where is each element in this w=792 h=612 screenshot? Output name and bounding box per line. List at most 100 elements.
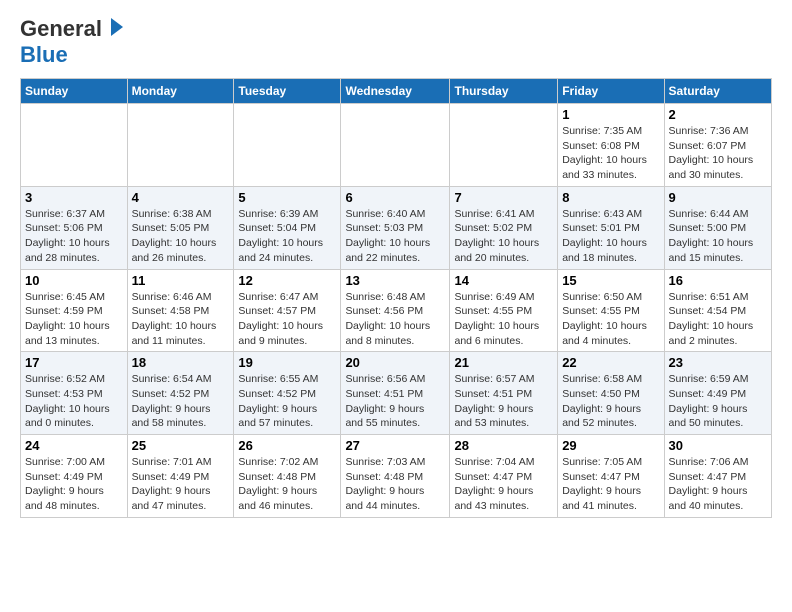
- day-cell: 26 Sunrise: 7:02 AM Sunset: 4:48 PM Dayli…: [234, 435, 341, 518]
- weekday-header-wednesday: Wednesday: [341, 79, 450, 104]
- day-info: Sunrise: 6:43 AM Sunset: 5:01 PM Dayligh…: [562, 207, 659, 266]
- day-number: 17: [25, 355, 123, 370]
- day-info: Sunrise: 6:44 AM Sunset: 5:00 PM Dayligh…: [669, 207, 767, 266]
- day-number: 5: [238, 190, 336, 205]
- day-info: Sunrise: 7:05 AM Sunset: 4:47 PM Dayligh…: [562, 455, 659, 514]
- day-cell: 8Sunrise: 6:43 AM Sunset: 5:01 PM Daylig…: [558, 186, 664, 269]
- day-number: 24: [25, 438, 123, 453]
- day-cell: 1 Sunrise: 7:35 AM Sunset: 6:08 PM Daylig…: [558, 104, 664, 187]
- weekday-header-thursday: Thursday: [450, 79, 558, 104]
- calendar-table: SundayMondayTuesdayWednesdayThursdayFrid…: [20, 78, 772, 518]
- day-info: Sunrise: 7:03 AM Sunset: 4:48 PM Dayligh…: [345, 455, 445, 514]
- day-number: 7: [454, 190, 553, 205]
- day-number: 9: [669, 190, 767, 205]
- logo-general: General: [20, 16, 102, 42]
- week-row-0: 1 Sunrise: 7:35 AM Sunset: 6:08 PM Daylig…: [21, 104, 772, 187]
- day-cell: 30Sunrise: 7:06 AM Sunset: 4:47 PM Dayli…: [664, 435, 771, 518]
- day-number: 16: [669, 273, 767, 288]
- day-cell: 13 Sunrise: 6:48 AM Sunset: 4:56 PM Dayli…: [341, 269, 450, 352]
- day-number: 21: [454, 355, 553, 370]
- day-info: Sunrise: 6:57 AM Sunset: 4:51 PM Dayligh…: [454, 372, 553, 431]
- day-cell: 16 Sunrise: 6:51 AM Sunset: 4:54 PM Dayli…: [664, 269, 771, 352]
- day-number: 15: [562, 273, 659, 288]
- day-cell: [234, 104, 341, 187]
- weekday-header-saturday: Saturday: [664, 79, 771, 104]
- day-cell: 2 Sunrise: 7:36 AM Sunset: 6:07 PM Daylig…: [664, 104, 771, 187]
- day-cell: 20 Sunrise: 6:56 AM Sunset: 4:51 PM Dayli…: [341, 352, 450, 435]
- day-info: Sunrise: 7:36 AM Sunset: 6:07 PM Dayligh…: [669, 124, 767, 183]
- week-row-1: 3 Sunrise: 6:37 AM Sunset: 5:06 PM Daylig…: [21, 186, 772, 269]
- day-cell: 29 Sunrise: 7:05 AM Sunset: 4:47 PM Dayli…: [558, 435, 664, 518]
- logo-arrow-icon: [103, 16, 125, 38]
- day-info: Sunrise: 6:41 AM Sunset: 5:02 PM Dayligh…: [454, 207, 553, 266]
- day-cell: 15 Sunrise: 6:50 AM Sunset: 4:55 PM Dayli…: [558, 269, 664, 352]
- day-info: Sunrise: 6:50 AM Sunset: 4:55 PM Dayligh…: [562, 290, 659, 349]
- weekday-header-friday: Friday: [558, 79, 664, 104]
- day-number: 6: [345, 190, 445, 205]
- day-cell: 18 Sunrise: 6:54 AM Sunset: 4:52 PM Dayli…: [127, 352, 234, 435]
- logo: General Blue: [20, 16, 125, 68]
- day-number: 22: [562, 355, 659, 370]
- logo-blue: Blue: [20, 42, 68, 67]
- day-number: 12: [238, 273, 336, 288]
- day-cell: 9 Sunrise: 6:44 AM Sunset: 5:00 PM Daylig…: [664, 186, 771, 269]
- day-cell: 11Sunrise: 6:46 AM Sunset: 4:58 PM Dayli…: [127, 269, 234, 352]
- day-number: 18: [132, 355, 230, 370]
- day-number: 14: [454, 273, 553, 288]
- day-number: 28: [454, 438, 553, 453]
- calendar-body: 1 Sunrise: 7:35 AM Sunset: 6:08 PM Daylig…: [21, 104, 772, 518]
- day-cell: 5Sunrise: 6:39 AM Sunset: 5:04 PM Daylig…: [234, 186, 341, 269]
- day-info: Sunrise: 6:59 AM Sunset: 4:49 PM Dayligh…: [669, 372, 767, 431]
- day-cell: 6 Sunrise: 6:40 AM Sunset: 5:03 PM Daylig…: [341, 186, 450, 269]
- weekday-header-tuesday: Tuesday: [234, 79, 341, 104]
- day-info: Sunrise: 6:51 AM Sunset: 4:54 PM Dayligh…: [669, 290, 767, 349]
- day-cell: 23Sunrise: 6:59 AM Sunset: 4:49 PM Dayli…: [664, 352, 771, 435]
- day-info: Sunrise: 7:02 AM Sunset: 4:48 PM Dayligh…: [238, 455, 336, 514]
- day-cell: [450, 104, 558, 187]
- day-info: Sunrise: 6:38 AM Sunset: 5:05 PM Dayligh…: [132, 207, 230, 266]
- day-info: Sunrise: 6:56 AM Sunset: 4:51 PM Dayligh…: [345, 372, 445, 431]
- day-cell: 7 Sunrise: 6:41 AM Sunset: 5:02 PM Daylig…: [450, 186, 558, 269]
- day-info: Sunrise: 7:04 AM Sunset: 4:47 PM Dayligh…: [454, 455, 553, 514]
- day-info: Sunrise: 6:48 AM Sunset: 4:56 PM Dayligh…: [345, 290, 445, 349]
- day-cell: 24Sunrise: 7:00 AM Sunset: 4:49 PM Dayli…: [21, 435, 128, 518]
- day-cell: 12 Sunrise: 6:47 AM Sunset: 4:57 PM Dayli…: [234, 269, 341, 352]
- week-row-3: 17 Sunrise: 6:52 AM Sunset: 4:53 PM Dayli…: [21, 352, 772, 435]
- day-number: 29: [562, 438, 659, 453]
- day-info: Sunrise: 6:40 AM Sunset: 5:03 PM Dayligh…: [345, 207, 445, 266]
- day-number: 27: [345, 438, 445, 453]
- day-number: 2: [669, 107, 767, 122]
- day-cell: [341, 104, 450, 187]
- day-info: Sunrise: 6:47 AM Sunset: 4:57 PM Dayligh…: [238, 290, 336, 349]
- day-info: Sunrise: 6:52 AM Sunset: 4:53 PM Dayligh…: [25, 372, 123, 431]
- day-info: Sunrise: 6:45 AM Sunset: 4:59 PM Dayligh…: [25, 290, 123, 349]
- day-number: 10: [25, 273, 123, 288]
- day-cell: 14Sunrise: 6:49 AM Sunset: 4:55 PM Dayli…: [450, 269, 558, 352]
- day-number: 4: [132, 190, 230, 205]
- header: General Blue: [20, 16, 772, 68]
- day-cell: 17 Sunrise: 6:52 AM Sunset: 4:53 PM Dayli…: [21, 352, 128, 435]
- day-cell: 21 Sunrise: 6:57 AM Sunset: 4:51 PM Dayli…: [450, 352, 558, 435]
- day-cell: 10 Sunrise: 6:45 AM Sunset: 4:59 PM Dayli…: [21, 269, 128, 352]
- day-cell: 3 Sunrise: 6:37 AM Sunset: 5:06 PM Daylig…: [21, 186, 128, 269]
- day-info: Sunrise: 7:35 AM Sunset: 6:08 PM Dayligh…: [562, 124, 659, 183]
- day-info: Sunrise: 6:54 AM Sunset: 4:52 PM Dayligh…: [132, 372, 230, 431]
- week-row-4: 24Sunrise: 7:00 AM Sunset: 4:49 PM Dayli…: [21, 435, 772, 518]
- day-info: Sunrise: 7:01 AM Sunset: 4:49 PM Dayligh…: [132, 455, 230, 514]
- day-info: Sunrise: 6:37 AM Sunset: 5:06 PM Dayligh…: [25, 207, 123, 266]
- day-number: 26: [238, 438, 336, 453]
- day-number: 1: [562, 107, 659, 122]
- day-number: 3: [25, 190, 123, 205]
- day-number: 30: [669, 438, 767, 453]
- day-cell: 28 Sunrise: 7:04 AM Sunset: 4:47 PM Dayli…: [450, 435, 558, 518]
- day-number: 20: [345, 355, 445, 370]
- day-number: 11: [132, 273, 230, 288]
- day-number: 13: [345, 273, 445, 288]
- day-cell: 19Sunrise: 6:55 AM Sunset: 4:52 PM Dayli…: [234, 352, 341, 435]
- day-cell: 22Sunrise: 6:58 AM Sunset: 4:50 PM Dayli…: [558, 352, 664, 435]
- day-cell: [127, 104, 234, 187]
- weekday-header-row: SundayMondayTuesdayWednesdayThursdayFrid…: [21, 79, 772, 104]
- week-row-2: 10 Sunrise: 6:45 AM Sunset: 4:59 PM Dayli…: [21, 269, 772, 352]
- day-cell: 27 Sunrise: 7:03 AM Sunset: 4:48 PM Dayli…: [341, 435, 450, 518]
- day-number: 19: [238, 355, 336, 370]
